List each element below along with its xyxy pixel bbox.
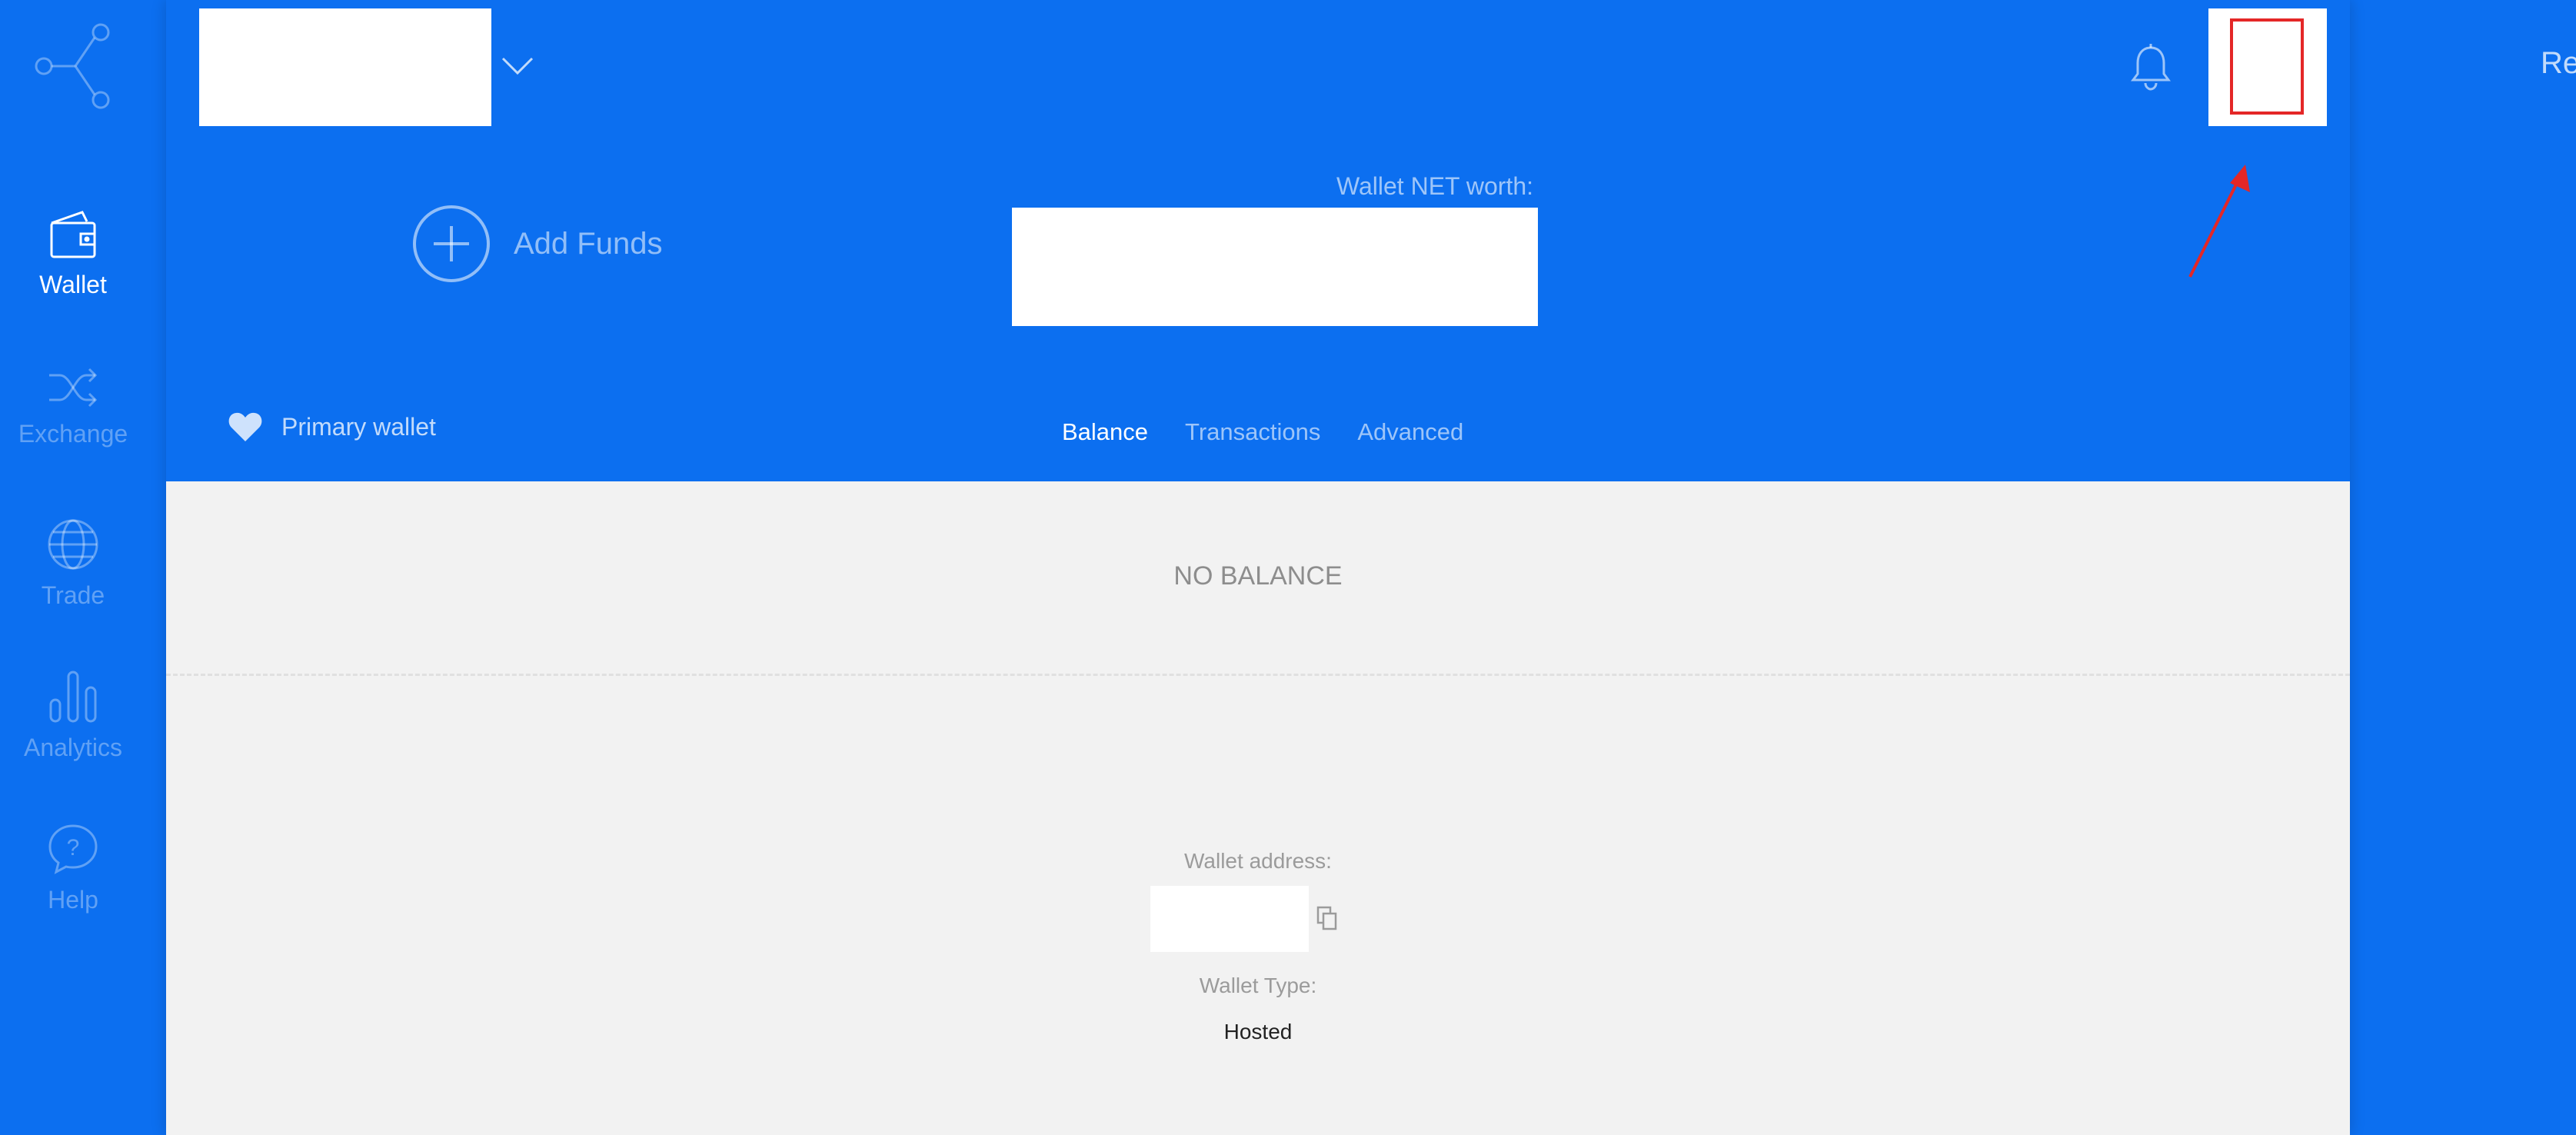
add-funds-button[interactable]: Add Funds <box>412 203 662 285</box>
wallet-tabs: Balance Transactions Advanced <box>1062 418 1500 446</box>
plus-circle-icon <box>413 205 490 282</box>
annotation-arrow <box>2188 165 2250 278</box>
sidebar-item-label: Exchange <box>18 420 128 448</box>
divider <box>166 674 2350 676</box>
add-funds-label: Add Funds <box>514 226 663 261</box>
globe-icon <box>48 519 98 570</box>
copy-icon[interactable] <box>1316 906 1338 930</box>
wallet-content: NO BALANCE Wallet address: Wallet Type: … <box>166 481 2350 1135</box>
wallet-type-label: Wallet Type: <box>1199 974 1317 997</box>
networth-value <box>1012 208 1538 326</box>
primary-wallet-toggle[interactable]: Primary wallet <box>228 411 436 443</box>
sidebar-item-label: Analytics <box>23 734 123 761</box>
sidebar-item-analytics[interactable]: Analytics <box>0 671 146 762</box>
logo-icon <box>35 23 110 109</box>
highlight-box <box>2230 18 2304 115</box>
wallet-address-label: Wallet address: <box>1184 849 1332 873</box>
sidebar: Wallet Exchange Trade Analytics ? Help <box>0 0 166 1135</box>
tab-balance[interactable]: Balance <box>1062 418 1148 446</box>
wallet-header: Add Funds Wallet NET worth: Primary wall… <box>166 0 2350 481</box>
sidebar-item-trade[interactable]: Trade <box>0 518 146 610</box>
tab-advanced[interactable]: Advanced <box>1357 418 1463 446</box>
help-icon: ? <box>48 824 98 874</box>
analytics-icon <box>49 671 97 723</box>
networth-label: Wallet NET worth: <box>1336 172 1534 200</box>
tab-transactions[interactable]: Transactions <box>1185 418 1320 446</box>
wallet-icon <box>50 211 96 258</box>
sidebar-item-help[interactable]: ? Help <box>0 823 146 914</box>
primary-wallet-label: Primary wallet <box>281 412 436 441</box>
shuffle-icon <box>49 368 98 408</box>
sidebar-item-label: Trade <box>41 581 105 609</box>
truncated-text: Re <box>2541 46 2576 80</box>
wallet-panel: Add Funds Wallet NET worth: Primary wall… <box>166 0 2350 1135</box>
svg-text:?: ? <box>67 835 80 860</box>
sidebar-item-wallet[interactable]: Wallet <box>0 209 146 299</box>
no-balance-text: NO BALANCE <box>1173 561 1343 591</box>
wallet-selector[interactable] <box>199 8 491 126</box>
wallet-address-value <box>1150 886 1309 952</box>
avatar[interactable] <box>2208 8 2327 126</box>
wallet-type-value: Hosted <box>1223 1020 1293 1043</box>
sidebar-item-exchange[interactable]: Exchange <box>0 366 146 448</box>
chevron-down-icon[interactable] <box>500 48 535 83</box>
bell-icon[interactable] <box>2128 43 2173 91</box>
sidebar-item-label: Wallet <box>39 271 107 298</box>
sidebar-item-label: Help <box>48 886 98 914</box>
heart-icon <box>228 412 262 441</box>
